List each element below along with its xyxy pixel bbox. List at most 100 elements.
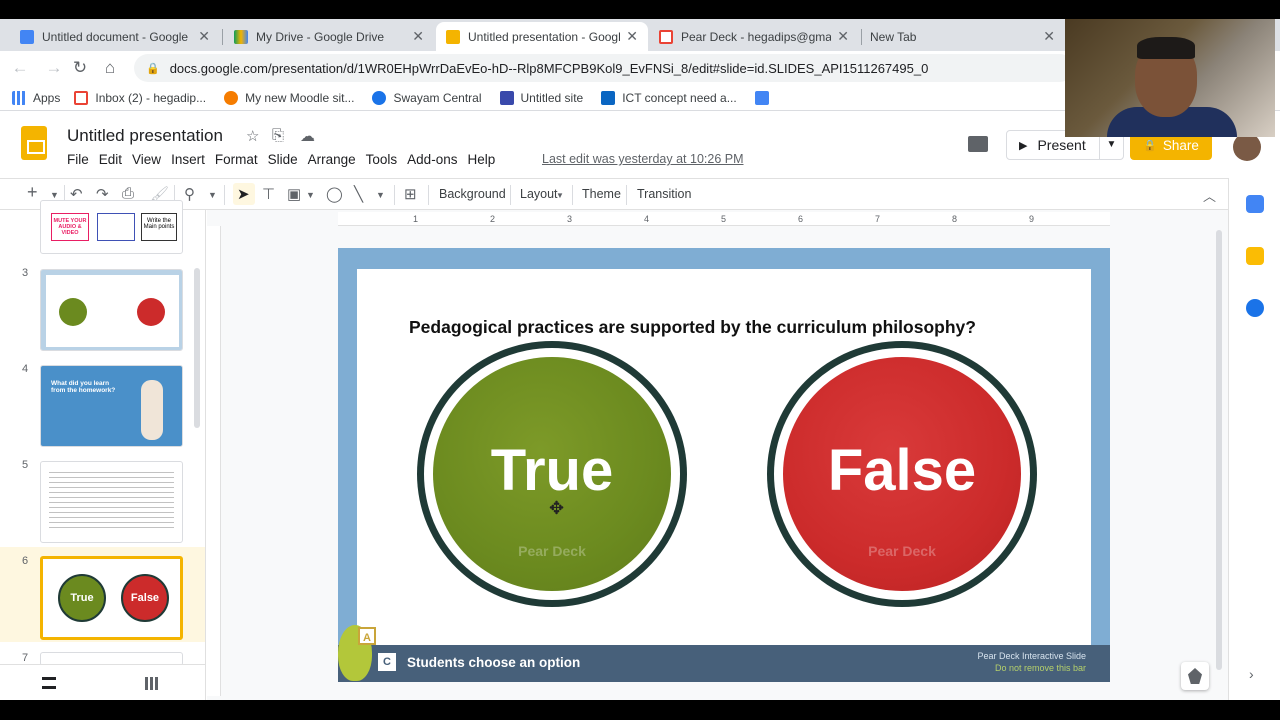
move-folder-icon[interactable]: ⎘ [272, 127, 284, 144]
image-icon[interactable]: ▣ [287, 185, 301, 203]
keep-icon[interactable] [1246, 247, 1264, 265]
tab-docs[interactable]: Untitled document - Google D ✕ [10, 22, 220, 51]
slide-canvas[interactable]: Pedagogical practices are supported by t… [338, 248, 1110, 682]
bookmark-label: Apps [33, 90, 61, 105]
star-icon[interactable]: ☆ [246, 127, 259, 145]
menu-arrange[interactable]: Arrange [308, 152, 356, 167]
explore-button[interactable] [1181, 662, 1209, 690]
chevron-right-icon[interactable]: › [1249, 666, 1254, 682]
transition-button[interactable]: Transition [637, 187, 691, 201]
tab-slides[interactable]: Untitled presentation - Google ✕ [436, 22, 648, 51]
home-icon[interactable]: ⌂ [100, 58, 120, 78]
apps-grid-icon [12, 90, 26, 105]
close-icon[interactable]: ✕ [837, 28, 849, 45]
last-edit-link[interactable]: Last edit was yesterday at 10:26 PM [542, 152, 744, 166]
tab-drive[interactable]: My Drive - Google Drive ✕ [224, 22, 434, 51]
slide-question[interactable]: Pedagogical practices are supported by t… [409, 317, 976, 338]
document-title[interactable]: Untitled presentation [67, 126, 223, 146]
chevron-down-icon[interactable]: ▼ [376, 190, 385, 200]
ruler-mark: 6 [798, 214, 804, 224]
drive-icon [234, 29, 248, 44]
comment-history-icon[interactable] [968, 136, 988, 152]
true-option-button[interactable]: True Pear Deck [433, 357, 671, 591]
tab-title: Pear Deck - hegadips@gmail.c [681, 29, 832, 44]
slide-content-area: Pedagogical practices are supported by t… [357, 269, 1091, 645]
close-icon[interactable]: ✕ [198, 28, 210, 45]
slide-thumbnail-2[interactable]: MUTE YOUR AUDIO & VIDEO Write the Main p… [40, 200, 183, 254]
theme-button[interactable]: Theme [582, 187, 621, 201]
thumb-text: What did you learn from the homework? [51, 380, 116, 394]
text-box-icon[interactable]: ⊤ [262, 185, 275, 203]
list-view-icon[interactable] [42, 677, 56, 689]
address-bar[interactable]: 🔒 docs.google.com/presentation/d/1WR0EHp… [134, 54, 1074, 82]
canvas-scrollbar[interactable] [1216, 230, 1222, 670]
slide-thumbnail-5[interactable] [40, 461, 183, 543]
bookmark-untitled-site[interactable]: Untitled site [499, 90, 583, 105]
line-icon[interactable]: ╲ [354, 185, 363, 203]
menu-file[interactable]: File [67, 152, 89, 167]
chevron-down-icon[interactable]: ▼ [208, 190, 217, 200]
bookmark-apps[interactable]: Apps [12, 90, 61, 105]
menu-edit[interactable]: Edit [99, 152, 122, 167]
select-cursor-icon[interactable]: ➤ [237, 185, 250, 203]
slide-thumbnail-4[interactable]: What did you learn from the homework? [40, 365, 183, 447]
slides-logo-icon[interactable] [21, 126, 47, 160]
bookmark-doc[interactable] [754, 90, 776, 105]
tab-new-tab[interactable]: New Tab ✕ [860, 22, 1065, 51]
editor-toolbar: + ▼ ↶ ↷ ⎙ 🖌 ⚲ ▼ ➤ ⊤ ▣ ▼ ◯ ╲ ▼ ⊞ Backgrou… [0, 178, 1228, 210]
slide-number: 7 [22, 652, 29, 664]
menu-addons[interactable]: Add-ons [407, 152, 457, 167]
menu-format[interactable]: Format [215, 152, 258, 167]
slide-thumbnail-3[interactable] [40, 269, 183, 351]
menu-view[interactable]: View [132, 152, 161, 167]
bookmark-swayam[interactable]: Swayam Central [372, 90, 482, 105]
calendar-icon[interactable] [1246, 195, 1264, 213]
filmstrip-scrollbar[interactable] [194, 268, 200, 428]
forward-arrow-icon[interactable]: → [44, 58, 64, 78]
thumb-false-circle: False [121, 574, 169, 622]
webcam-overlay [1065, 19, 1275, 137]
comment-add-icon[interactable]: ⊞ [404, 185, 417, 203]
layout-button[interactable]: Layout [520, 187, 558, 201]
menu-help[interactable]: Help [467, 152, 495, 167]
new-slide-icon[interactable]: + [27, 182, 38, 203]
menu-slide[interactable]: Slide [268, 152, 298, 167]
chevron-down-icon[interactable]: ▼ [556, 191, 564, 200]
menu-insert[interactable]: Insert [171, 152, 205, 167]
close-icon[interactable]: ✕ [412, 28, 424, 45]
bookmark-inbox[interactable]: Inbox (2) - hegadip... [74, 90, 207, 105]
moodle-icon [224, 90, 239, 105]
false-label: False [827, 438, 977, 503]
badge-c: C [378, 653, 396, 671]
menu-tools[interactable]: Tools [366, 152, 398, 167]
bookmark-ict[interactable]: ICT concept need a... [601, 90, 737, 105]
toolbar-divider [224, 185, 225, 205]
toolbar-divider [572, 185, 573, 205]
false-option-button[interactable]: False Pear Deck [783, 357, 1021, 591]
shape-icon[interactable]: ◯ [326, 185, 343, 203]
ruler-mark: 4 [644, 214, 650, 224]
bookmark-label: Inbox (2) - hegadip... [95, 90, 207, 105]
close-icon[interactable]: ✕ [626, 28, 638, 45]
lock-icon: 🔒 [1143, 139, 1157, 152]
tab-gmail[interactable]: Pear Deck - hegadips@gmail.c ✕ [649, 22, 859, 51]
reload-icon[interactable]: ↻ [70, 58, 90, 78]
slide-number: 6 [22, 555, 29, 567]
thumb-text-lines [49, 472, 174, 532]
share-label: Share [1162, 137, 1199, 153]
gmail-icon [74, 90, 89, 105]
tasks-icon[interactable] [1246, 299, 1264, 317]
back-arrow-icon[interactable]: ← [10, 58, 30, 78]
slide-thumbnail-6[interactable]: True False [40, 556, 183, 640]
avatar[interactable] [1233, 133, 1261, 161]
close-icon[interactable]: ✕ [1043, 28, 1055, 45]
chevron-down-icon[interactable]: ▼ [306, 190, 315, 200]
pear-deck-bar-label: Students choose an option [407, 655, 581, 670]
grid-view-icon[interactable] [145, 677, 158, 690]
bookmark-moodle[interactable]: My new Moodle sit... [224, 90, 354, 105]
chevron-down-icon[interactable]: ▼ [50, 190, 59, 200]
background-button[interactable]: Background [439, 187, 506, 201]
zoom-icon[interactable]: ⚲ [184, 185, 195, 203]
chevron-up-icon[interactable]: ︿ [1203, 186, 1216, 205]
ruler-mark: 7 [875, 214, 881, 224]
